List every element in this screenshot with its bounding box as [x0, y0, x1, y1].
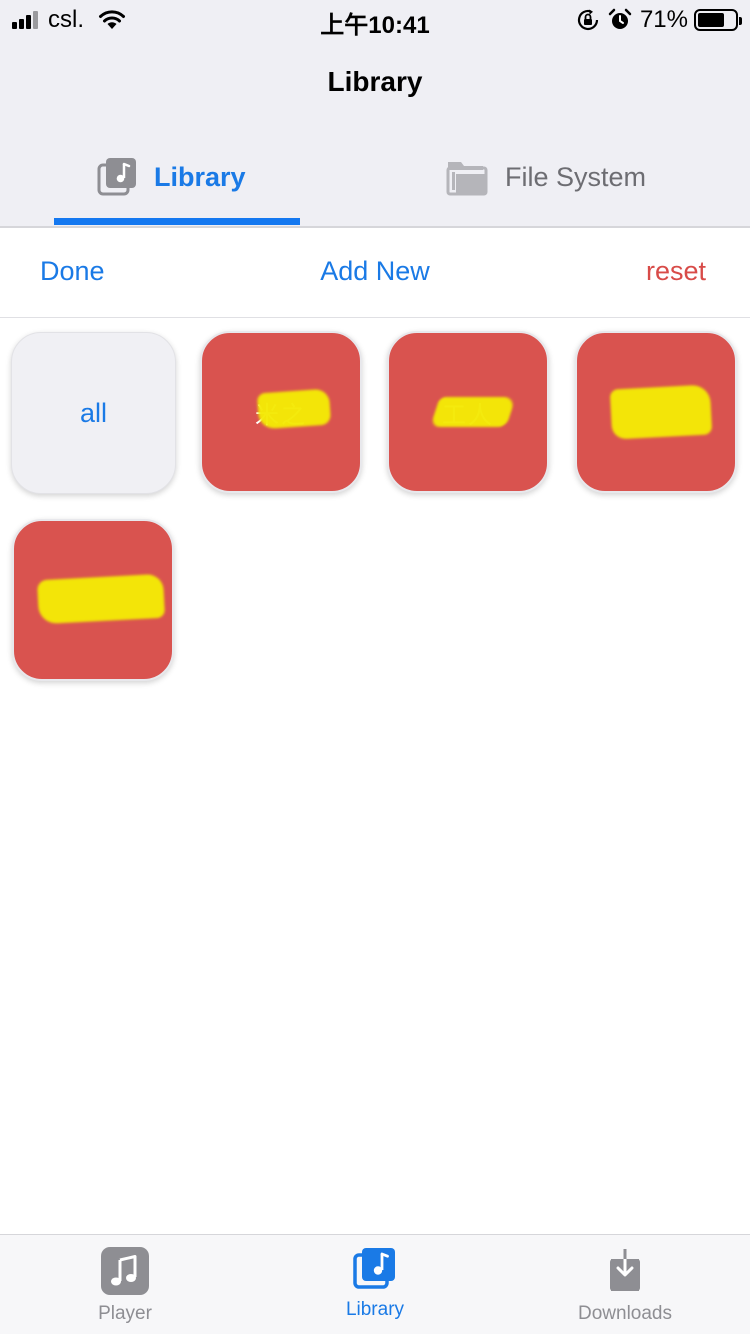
playlist-tile[interactable] [575, 331, 737, 493]
segment-tabs: Library File System [0, 128, 750, 228]
tab-bar-library[interactable]: Library [250, 1247, 500, 1321]
playlist-tile-all[interactable]: all [11, 332, 176, 494]
redaction-mark [430, 397, 516, 427]
battery-level-fill [698, 13, 724, 27]
playlist-tile[interactable]: 工人 [387, 331, 549, 493]
battery-icon [694, 9, 742, 31]
redaction-mark [256, 388, 332, 430]
bottom-tab-bar: Player Library Downloads [0, 1234, 750, 1334]
selected-tab-indicator [54, 218, 300, 225]
battery-percent: 71% [639, 6, 688, 33]
page-title: Library [327, 66, 423, 97]
tab-bar-library-label: Library [345, 1299, 405, 1320]
tile-label: all [79, 397, 107, 428]
redaction-mark [609, 384, 713, 440]
tab-bar-downloads[interactable]: Downloads [500, 1247, 750, 1325]
tab-library-label: Library [154, 161, 246, 192]
status-bar: csl. 上午10:41 71% [0, 0, 750, 40]
tab-bar-player-label: Player [98, 1303, 152, 1324]
tab-file-system-label: File System [505, 161, 647, 192]
music-library-icon [353, 1248, 395, 1289]
add-new-button[interactable]: Add New [0, 256, 750, 287]
tab-file-system[interactable]: File System [445, 128, 646, 226]
orientation-lock-icon [577, 9, 599, 31]
navigation-bar: Library [0, 40, 750, 128]
music-library-icon [97, 158, 136, 196]
download-icon [610, 1249, 640, 1291]
folder-icon [446, 162, 488, 196]
tab-library[interactable]: Library [96, 128, 246, 226]
redaction-mark [36, 573, 166, 625]
playlist-tile[interactable]: 米之 [200, 331, 362, 493]
action-row: Done Add New reset [0, 228, 750, 318]
alarm-icon [608, 8, 632, 29]
reset-button[interactable]: reset [646, 256, 706, 287]
music-note-icon [101, 1247, 149, 1295]
playlist-tile[interactable] [12, 519, 174, 681]
tab-bar-player[interactable]: Player [0, 1247, 250, 1325]
tab-bar-downloads-label: Downloads [578, 1303, 672, 1324]
